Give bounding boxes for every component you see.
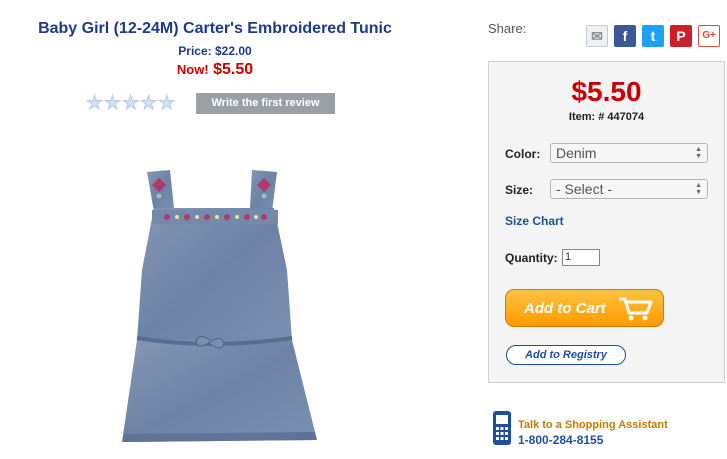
color-select[interactable]: Denim ▲ ▼	[550, 143, 708, 163]
email-icon[interactable]: ✉	[586, 25, 608, 47]
star-icon[interactable]: ★	[104, 94, 122, 114]
product-image	[122, 170, 317, 442]
star-icon[interactable]: ★	[85, 94, 103, 114]
quantity-input[interactable]: 1	[562, 249, 600, 266]
sale-price: Now! $5.50	[0, 61, 430, 79]
panel-price: $5.50	[571, 76, 642, 107]
product-title: Baby Girl (12-24M) Carter's Embroidered …	[38, 20, 392, 37]
now-price: $5.50	[213, 61, 254, 78]
cart-icon	[619, 297, 653, 321]
share-label: Share:	[488, 21, 527, 36]
google-plus-icon[interactable]: G+	[698, 25, 720, 47]
select-arrows-icon: ▲ ▼	[695, 146, 702, 160]
shopping-assistant-title[interactable]: Talk to a Shopping Assistant	[518, 419, 668, 431]
add-to-registry-button[interactable]: Add to Registry	[506, 345, 626, 365]
size-value: - Select -	[556, 181, 613, 197]
select-arrows-icon: ▲ ▼	[695, 182, 702, 196]
pinterest-icon[interactable]: P	[670, 25, 692, 47]
add-to-cart-label: Add to Cart	[524, 300, 606, 317]
twitter-icon[interactable]: t	[642, 25, 664, 47]
star-icon[interactable]: ★	[140, 94, 158, 114]
now-label: Now!	[176, 62, 209, 77]
color-label: Color:	[505, 147, 541, 161]
phone-icon	[493, 411, 511, 445]
star-icon[interactable]: ★	[122, 94, 140, 114]
facebook-icon[interactable]: f	[614, 25, 636, 47]
color-value: Denim	[556, 145, 597, 161]
share-icons: ✉ f t P G+	[586, 25, 720, 47]
size-chart-link[interactable]: Size Chart	[505, 214, 564, 228]
rating-stars[interactable]: ★ ★ ★ ★ ★	[85, 94, 176, 114]
star-icon[interactable]: ★	[158, 94, 176, 114]
write-review-button[interactable]: Write the first review	[196, 93, 335, 114]
size-select[interactable]: - Select - ▲ ▼	[550, 179, 708, 199]
shopping-assistant-phone[interactable]: 1-800-284-8155	[518, 433, 603, 447]
item-number: Item: # 447074	[568, 111, 645, 123]
quantity-label: Quantity:	[505, 251, 558, 265]
size-label: Size:	[505, 183, 534, 197]
add-to-cart-button[interactable]: Add to Cart	[505, 289, 664, 327]
regular-price: Price: $22.00	[178, 44, 252, 58]
